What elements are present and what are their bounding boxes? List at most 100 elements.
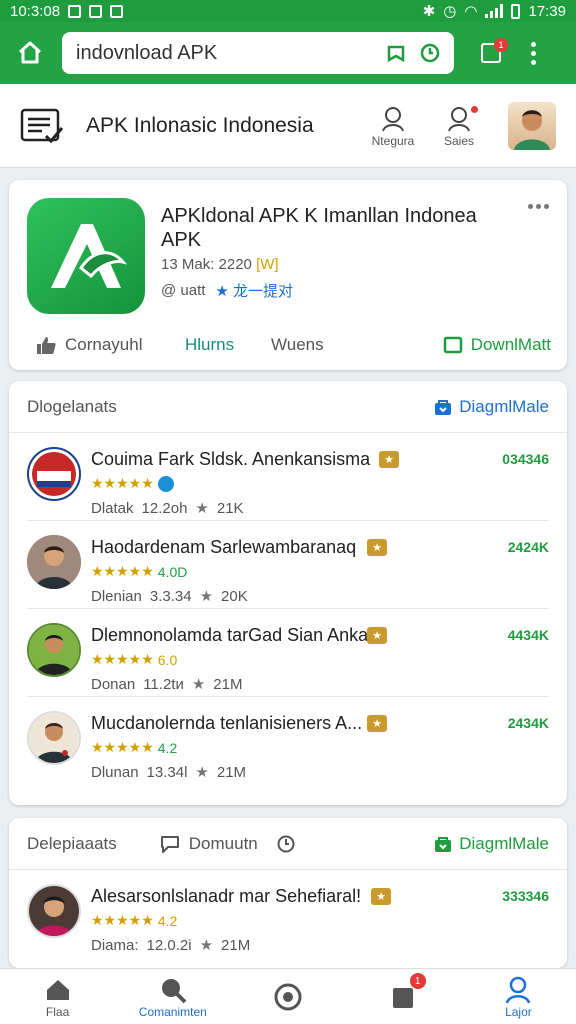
list-item[interactable]: Mucdanolernda tenlanisieners A... ★ ★★★★… xyxy=(27,697,549,785)
section-header: Dlogelanats DiagmlMale xyxy=(9,381,567,433)
section-link-label: DiagmlMale xyxy=(459,833,549,853)
rating-stars: ★★★★★ xyxy=(91,651,154,667)
item-info: Dlenian 3.3.34 ★ 20K xyxy=(91,587,248,606)
section-more-link[interactable]: DiagmlMale xyxy=(433,397,549,417)
community-label: Cornayuhl xyxy=(65,335,143,354)
avatar xyxy=(27,711,81,765)
more-options-icon[interactable] xyxy=(528,204,549,209)
site-logo-icon[interactable] xyxy=(20,104,64,148)
home-icon xyxy=(18,41,42,64)
bag-icon xyxy=(435,399,452,415)
person-icon xyxy=(379,104,407,134)
alarm-icon: ◷ xyxy=(443,3,457,20)
notification-icon xyxy=(110,4,124,18)
item-info: Dlunan 13.34l ★ 21M xyxy=(91,763,247,782)
star-icon: ★ xyxy=(199,588,214,605)
target-icon xyxy=(274,982,302,1012)
search-icon xyxy=(159,975,187,1005)
overflow-menu-button[interactable] xyxy=(528,41,538,65)
star-icon: ★ xyxy=(195,764,209,781)
app-highlight: [W] xyxy=(256,256,279,273)
nav-profile-label: Lajor xyxy=(505,1004,532,1019)
section-header: Delepiaaats Domuutn DiagmlMale xyxy=(9,818,567,870)
site-title: APK Inlonasic Indonesia xyxy=(86,113,314,137)
notification-icon xyxy=(89,4,103,18)
status-time: 10:3:08 xyxy=(10,2,61,20)
tabs-button[interactable]: 1 xyxy=(476,38,508,68)
rating-stars: ★★★★★ xyxy=(91,912,154,928)
info-label: Dlatak xyxy=(91,499,134,517)
comments-tab[interactable]: Domuutn xyxy=(159,834,258,854)
rating-value: 4.2 xyxy=(157,739,178,756)
nav-community-label: Comanimten xyxy=(138,1004,207,1019)
nav-profile[interactable]: Lajor xyxy=(461,969,576,1024)
item-rating: ★★★★★ 4.0D xyxy=(91,563,187,580)
badge-icon: ★ xyxy=(367,539,387,556)
section-link-label: DiagmlMale xyxy=(459,396,549,416)
star-icon: ★ xyxy=(199,937,214,954)
wuens-button[interactable]: Wuens xyxy=(271,335,351,355)
app-card: APKldonal APK K Imanllan Indonea APK 13 … xyxy=(9,180,567,370)
address-bar[interactable]: indovnload APK xyxy=(62,32,454,74)
community-button[interactable]: Cornayuhl xyxy=(35,334,185,356)
app-actions: Cornayuhl Hlurns Wuens DownlMatt xyxy=(9,320,567,370)
history-icon[interactable] xyxy=(276,834,296,854)
bag-icon xyxy=(435,836,452,852)
section-more-link[interactable]: DiagmlMale xyxy=(433,834,549,854)
search-person-icon xyxy=(445,104,473,134)
info-label: Diama: xyxy=(91,936,139,954)
info-time: 3.3.34 xyxy=(149,587,192,605)
section-title: Dlogelanats xyxy=(27,396,117,416)
rating-value: 4.2 xyxy=(157,912,178,929)
info-count: 21K xyxy=(216,499,244,517)
app-author-row: @ uatt ★ 龙一提对 xyxy=(161,280,293,301)
home-icon xyxy=(45,975,71,1005)
item-rating: ★★★★★ xyxy=(91,475,174,492)
download-count: 333346 xyxy=(502,888,549,904)
info-label: Donan xyxy=(91,675,136,693)
navigation-button[interactable]: Ntegura xyxy=(360,104,426,148)
list-item[interactable]: Alesarsonlslanadr mar Sehefiaral! ★ ★★★★… xyxy=(27,870,549,958)
badge-icon: ★ xyxy=(367,715,387,732)
nav-center[interactable] xyxy=(230,969,345,1024)
nav-home-label: Flaa xyxy=(45,1004,70,1019)
item-rating: ★★★★★ 6.0 xyxy=(91,651,177,668)
signal-icon xyxy=(485,4,504,18)
download-button[interactable]: DownlMatt xyxy=(443,335,551,355)
info-count: 21M xyxy=(216,763,247,781)
rating-value: 4.0D xyxy=(157,563,188,580)
app-title: APKldonal APK K Imanllan Indonea APK xyxy=(161,205,477,251)
items-label: Hlurns xyxy=(185,335,235,354)
search-label: Saies xyxy=(443,133,475,148)
info-time: 11.2tи xyxy=(143,675,184,693)
avatar xyxy=(27,884,81,938)
star-icon: ★ xyxy=(191,676,206,693)
info-count: 21M xyxy=(221,936,251,954)
status-time-right: 17:39 xyxy=(528,2,566,20)
list-item[interactable]: Couima Fark Sldsk. Anenkansisma ★ ★★★★★ … xyxy=(27,433,549,521)
tab-count-badge: 1 xyxy=(494,38,508,52)
nav-community[interactable]: Comanimten xyxy=(115,969,230,1024)
bookmark-icon[interactable] xyxy=(382,39,410,67)
user-avatar[interactable] xyxy=(508,101,556,150)
badge-icon: ★ xyxy=(367,627,387,644)
info-count: 20K xyxy=(221,587,248,605)
info-time: 12.0.2і xyxy=(146,936,192,954)
chat-bubble-icon xyxy=(160,835,179,853)
home-button[interactable] xyxy=(12,35,48,71)
nav-home[interactable]: Flaa xyxy=(0,969,115,1024)
nav-inbox[interactable]: 1 xyxy=(346,969,461,1024)
download-count: 034346 xyxy=(502,451,549,467)
inbox-badge: 1 xyxy=(409,973,426,989)
app-logo-icon[interactable] xyxy=(27,198,145,314)
list-item[interactable]: Dlemnonolamda tarGad Sian Ankar.. ★ ★★★★… xyxy=(27,609,549,697)
search-button[interactable]: Saies xyxy=(426,104,492,148)
url-text[interactable]: indovnload APK xyxy=(76,42,376,65)
list-item[interactable]: Haodardenam Sarlewambaranaq ★ ★★★★★ 4.0D… xyxy=(27,521,549,609)
download-count: 2424K xyxy=(507,539,549,555)
app-list-section: Dlogelanats DiagmlMale Couima Fark Sldsk… xyxy=(9,381,567,805)
items-button[interactable]: Hlurns xyxy=(185,335,271,355)
item-title: Couima Fark Sldsk. Anenkansisma xyxy=(91,449,371,469)
reload-icon[interactable] xyxy=(416,39,444,67)
browser-toolbar: indovnload APK 1 xyxy=(0,22,576,84)
